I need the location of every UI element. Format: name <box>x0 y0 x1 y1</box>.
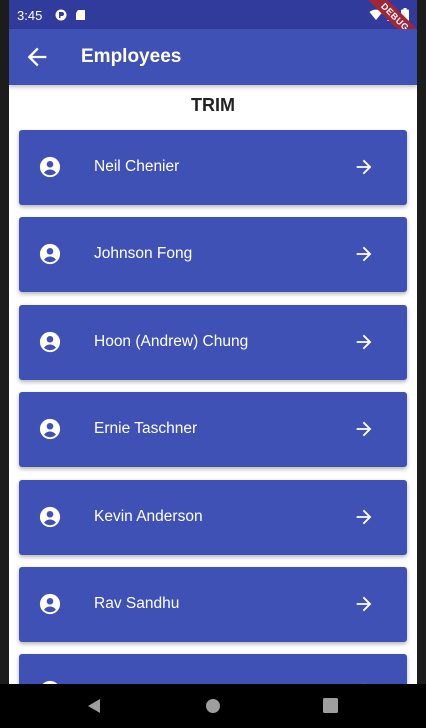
phone-screen: 3:45 DEBUG Employees TRIM Neil Chenier J… <box>9 0 417 728</box>
status-bar: 3:45 DEBUG <box>9 0 417 58</box>
system-nav-bar <box>0 684 426 728</box>
notification-icon <box>55 9 67 21</box>
arrow-right-icon[interactable] <box>353 418 375 440</box>
arrow-right-icon[interactable] <box>353 331 375 353</box>
employee-card[interactable]: Hoon (Andrew) Chung <box>19 304 407 380</box>
account-circle-icon <box>39 244 61 265</box>
nav-home-icon[interactable] <box>205 698 221 714</box>
account-circle-icon <box>39 506 61 527</box>
employee-name: Johnson Fong <box>94 245 193 263</box>
employee-name: Kevin Anderson <box>94 507 203 525</box>
arrow-right-icon[interactable] <box>353 506 375 528</box>
employee-name: Rav Sandhu <box>94 594 180 612</box>
status-time: 3:45 <box>17 8 43 23</box>
account-circle-icon <box>39 593 61 615</box>
account-circle-icon <box>39 419 61 440</box>
arrow-right-icon[interactable] <box>353 156 375 178</box>
employee-card[interactable]: Neil Chenier <box>19 130 407 205</box>
page-title: Employees <box>81 46 182 67</box>
employee-card[interactable]: Ernie Taschner <box>19 392 407 468</box>
employee-name: Neil Chenier <box>94 158 180 175</box>
employee-card[interactable]: Rav Sandhu <box>19 566 407 642</box>
employee-card[interactable]: Johnson Fong <box>19 217 407 293</box>
account-circle-icon <box>39 156 61 178</box>
arrow-right-icon[interactable] <box>353 243 375 265</box>
section-title: TRIM <box>191 95 235 115</box>
account-circle-icon <box>39 331 61 352</box>
employee-card[interactable]: Kevin Anderson <box>19 479 407 555</box>
back-arrow-icon[interactable] <box>23 43 51 71</box>
app-bar: Employees <box>9 29 417 85</box>
employee-list: Neil Chenier Johnson Fong Hoon (Andrew) <box>19 130 407 728</box>
arrow-right-icon[interactable] <box>353 593 375 615</box>
employee-name: Ernie Taschner <box>94 420 198 438</box>
nav-recent-apps-icon[interactable] <box>323 698 338 713</box>
sd-card-icon <box>76 10 85 20</box>
employee-name: Hoon (Andrew) Chung <box>94 332 249 350</box>
nav-back-icon[interactable] <box>86 698 102 714</box>
